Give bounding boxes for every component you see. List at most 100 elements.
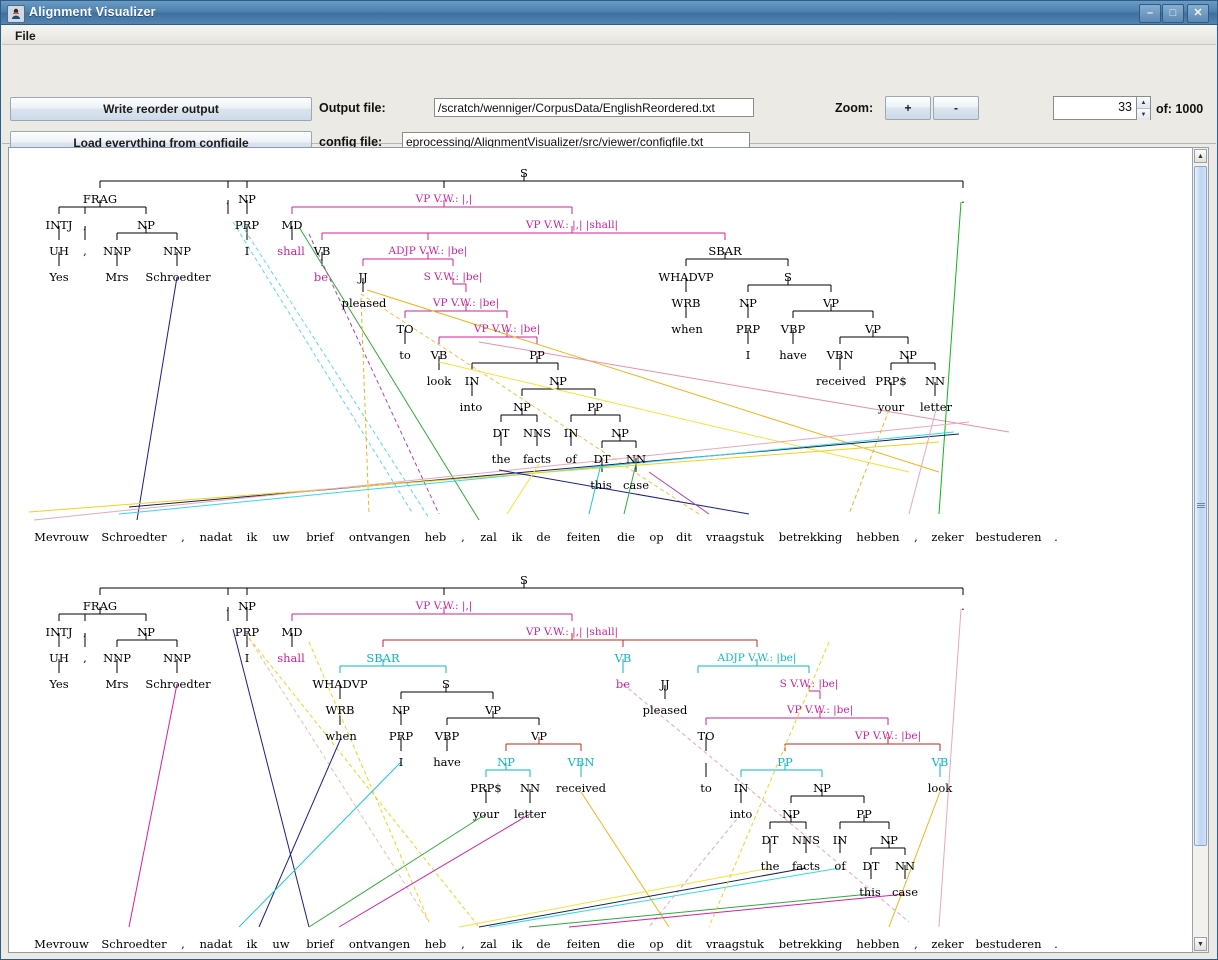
tree-node-label: INTJ: [45, 218, 73, 232]
tree-node-label: NP: [238, 599, 256, 613]
maximize-button[interactable]: □: [1162, 4, 1184, 23]
tree-node-label: your: [877, 400, 905, 414]
tree-node-label: S V.W.: |be|: [423, 271, 483, 283]
word-alignment-line: [528, 893, 871, 928]
sentence-word: heb: [424, 530, 447, 544]
tree-node-label: NN: [924, 374, 946, 388]
sentence-word: bestuderen: [975, 937, 1042, 951]
tree-node-label: PRP: [735, 322, 761, 336]
tree-node-label: NP: [513, 400, 531, 414]
tree-node-label: received: [816, 374, 866, 388]
tree-node-label: Schroedter: [145, 677, 211, 691]
window-title: Alignment Visualizer: [29, 5, 156, 19]
tree-node-label: the: [491, 452, 511, 466]
menu-item-file[interactable]: File: [10, 28, 41, 44]
tree-node-label: I: [745, 348, 751, 362]
word-alignment-line: [308, 813, 487, 928]
write-reorder-output-button[interactable]: Write reorder output: [10, 97, 312, 121]
spinner-up-button[interactable]: ▲: [1137, 97, 1150, 108]
tree-node-label: ,: [226, 192, 230, 206]
scrollbar-thumb[interactable]: [1194, 166, 1207, 846]
tree-node-label: S: [520, 166, 528, 180]
tree-node-label: NNP: [103, 651, 131, 665]
scroll-down-button[interactable]: ▼: [1194, 937, 1207, 951]
tree-node-label: look: [426, 374, 452, 388]
sentence-word: heb: [424, 937, 447, 951]
sentence-word: ontvangen: [348, 530, 411, 544]
sentence-index-spinner[interactable]: 33 ▲ ▼: [1053, 96, 1151, 120]
minimize-button[interactable]: –: [1139, 4, 1161, 23]
tree-node-label: of: [834, 859, 846, 873]
sentence-word: ontvangen: [348, 937, 411, 951]
tree-node-label: facts: [522, 452, 552, 466]
tree-node-label: to: [399, 348, 411, 362]
sentence-word: die: [617, 937, 635, 951]
spinner-down-button[interactable]: ▼: [1137, 108, 1150, 120]
tree-node-label: I: [244, 651, 250, 665]
tree-node-label: of: [565, 452, 577, 466]
sentence-word: ,: [181, 937, 185, 951]
sentence-word: brief: [306, 530, 334, 544]
tree-node-label: ,: [83, 218, 87, 232]
tree-node-label: be: [313, 270, 329, 284]
tree-node-label: VBN: [567, 755, 595, 769]
tree-node-label: letter: [919, 400, 953, 414]
tree-node-label: ADJP V.W.: |be|: [717, 652, 797, 664]
word-alignment-line: [908, 409, 937, 515]
zoom-out-button[interactable]: -: [933, 96, 979, 120]
scroll-up-button[interactable]: ▲: [1194, 149, 1207, 163]
sentence-word: Schroedter: [101, 530, 167, 544]
tree-node-label: VB: [430, 348, 448, 362]
tree-node-label: DT: [593, 452, 611, 466]
sentence-index-value: 33: [1118, 100, 1132, 114]
tree-node-label: VP: [864, 322, 882, 336]
tree-node-label: IN: [733, 781, 749, 795]
word-alignment-line: [580, 791, 670, 928]
tree-node-label: WRB: [325, 703, 355, 717]
tree-node-label: .: [961, 599, 965, 613]
sentence-word: zal: [480, 530, 497, 544]
tree-node-label: I: [244, 244, 250, 258]
tree-node-label: NP: [137, 218, 155, 232]
output-file-label: Output file:: [319, 101, 386, 115]
tree-node-label: DT: [862, 859, 880, 873]
tree-node-label: into: [729, 807, 753, 821]
tree-node-label: PP: [529, 348, 545, 362]
sentence-word: uw: [272, 937, 290, 951]
tree-node-label: S: [784, 270, 792, 284]
tree-node-label: NP: [813, 781, 831, 795]
output-file-input[interactable]: /scratch/wenniger/CorpusData/EnglishReor…: [434, 98, 754, 117]
close-button[interactable]: ✕: [1187, 4, 1209, 23]
sentence-total-label: of: 1000: [1156, 102, 1204, 116]
sentence-word: uw: [272, 530, 290, 544]
title-bar: Alignment Visualizer – □ ✕: [1, 1, 1217, 25]
tree-node-label: this: [859, 885, 881, 899]
zoom-in-button[interactable]: +: [885, 96, 931, 120]
tree-node-label: pleased: [642, 703, 688, 717]
word-alignment-line: [338, 813, 531, 928]
word-alignment-line: [478, 867, 807, 928]
tree-node-label: VB: [313, 244, 331, 258]
tree-alignment-canvas[interactable]: S FRAG, NP VP V.W.: |,|. INTJ, NP PRP MD VP V.W.…: [8, 147, 1194, 953]
sentence-word: zeker: [931, 937, 964, 951]
word-alignment-line: [28, 441, 940, 513]
sentence-word: feiten: [566, 530, 601, 544]
spinner-arrows[interactable]: ▲ ▼: [1136, 97, 1150, 120]
tree-node-label: INTJ: [45, 625, 73, 639]
tree-node-label: ADJP V.W.: |be|: [388, 245, 468, 257]
tree-node-label: NN: [519, 781, 541, 795]
tree-node-label: WHADVP: [658, 270, 714, 284]
sentence-word: op: [649, 937, 664, 951]
word-alignment-line: [244, 631, 430, 923]
tree-node-label: into: [459, 400, 483, 414]
sentence-word: feiten: [566, 937, 601, 951]
status-bar: [2, 953, 1216, 958]
tree-node-label: VBN: [826, 348, 854, 362]
word-alignment-line: [568, 893, 906, 928]
toolbar: Write reorder output Load everything fro…: [2, 45, 1216, 184]
tree-node-label: WHADVP: [312, 677, 368, 691]
tree-node-label: to: [700, 781, 712, 795]
tree-node-label: the: [760, 859, 780, 873]
vertical-scrollbar[interactable]: ▲ ▼: [1192, 147, 1209, 953]
sentence-word: ik: [246, 937, 258, 951]
